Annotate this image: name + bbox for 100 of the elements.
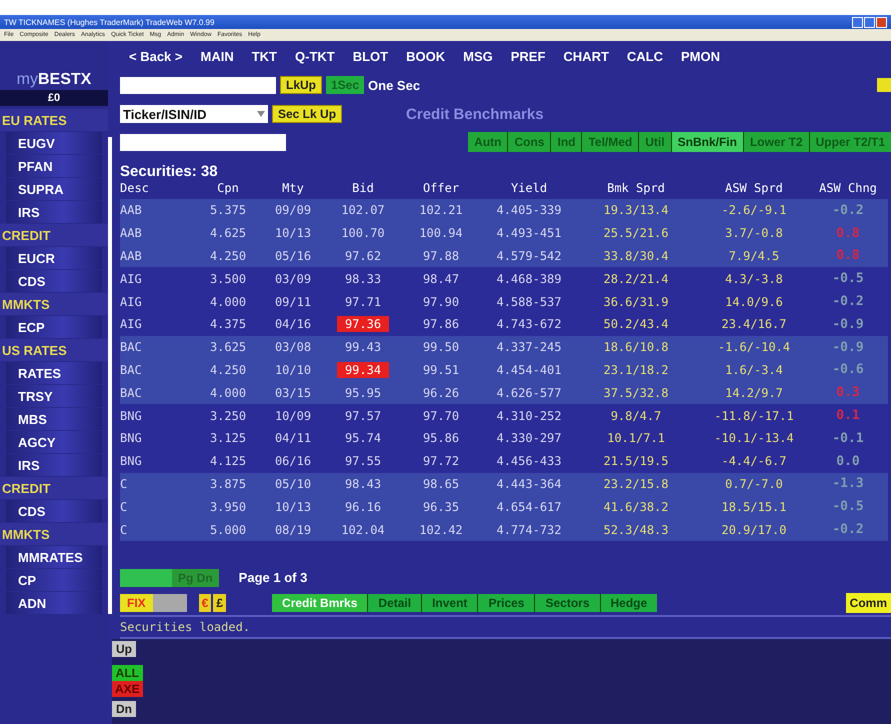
filter-button[interactable]: ALL (112, 664, 143, 681)
view-tab[interactable]: Invent (422, 594, 478, 612)
blank-button[interactable] (152, 594, 187, 612)
column-header: Cpn (216, 181, 240, 197)
table-cell: 102.21 (396, 199, 486, 222)
lookup-field[interactable] (120, 76, 276, 94)
bid-price: 99.43 (344, 339, 382, 356)
nav-link[interactable]: MAIN (192, 48, 243, 64)
id-type-select[interactable]: Ticker/ISIN/ID (120, 105, 268, 123)
sidebar-item[interactable]: CDS (6, 500, 102, 522)
sidebar-item[interactable]: MBS (6, 408, 102, 430)
sidebar-item[interactable]: PFAN (6, 155, 102, 177)
sidebar-item[interactable]: IRS (6, 454, 102, 476)
change-value: 0.8 (836, 248, 860, 264)
table-cell: 97.86 (396, 312, 486, 336)
nav-link[interactable]: Q-TKT (286, 48, 344, 64)
table-cell: -11.8/-17.1 (700, 404, 808, 427)
table-cell: 95.86 (396, 426, 486, 450)
table-cell: BNG (120, 450, 200, 473)
table-cell: AAB (120, 222, 200, 245)
sidebar-item[interactable]: EUCR (6, 247, 102, 269)
table-cell: 06/16 (256, 450, 330, 473)
change-value: -0.5 (832, 271, 864, 286)
bid-price: 97.57 (344, 408, 382, 424)
up-button[interactable]: Up (112, 640, 136, 657)
table-cell: AAB (120, 244, 200, 268)
table-cell: 14.2/9.7 (700, 381, 808, 404)
table-cell: 7.9/4.5 (700, 244, 808, 268)
table-cell: 97.72 (396, 450, 486, 473)
column-header: Mty (281, 181, 305, 197)
caret-icon[interactable] (257, 111, 265, 117)
sector-tab[interactable]: SnBnk/Fin (672, 132, 743, 152)
bid-price: 98.33 (344, 270, 382, 287)
table-cell: 5.000 (200, 518, 256, 541)
lookup-button[interactable]: LkUp (280, 76, 322, 94)
sidebar-item[interactable]: AGCY (6, 431, 102, 453)
nav-link[interactable]: CHART (554, 48, 618, 64)
sidebar-item[interactable]: MMRATES (6, 546, 102, 568)
sidebar-section-title: US RATES (0, 339, 108, 361)
sidebar-section-title: MMKTS (0, 523, 108, 545)
nav-link[interactable]: BLOT (344, 48, 398, 64)
table-cell: 25.5/21.6 (572, 222, 700, 245)
view-tab[interactable]: Hedge (600, 594, 658, 612)
sidebar-item[interactable]: CP (6, 569, 102, 591)
table-cell: 03/15 (256, 381, 330, 404)
table-cell: 98.65 (396, 472, 486, 496)
nav-link[interactable]: < Back > (120, 48, 192, 64)
sidebar-item[interactable]: EUGV (6, 132, 102, 154)
view-tab[interactable]: Detail (368, 594, 422, 612)
sidebar-item[interactable]: ECP (6, 316, 102, 338)
table-cell: 4.625 (200, 222, 256, 245)
table-cell: BAC (120, 358, 200, 382)
sidebar-item[interactable]: TRSY (6, 385, 102, 407)
table-cell: 98.47 (396, 267, 486, 290)
brand-logo: myBESTX (16, 70, 92, 90)
currency-button[interactable]: £ (213, 594, 226, 612)
table-cell: 4.000 (200, 290, 256, 313)
bid-price: 95.74 (344, 430, 382, 446)
bid-price: 97.55 (344, 453, 382, 470)
table-cell: -4.4/-6.7 (700, 450, 808, 473)
table-cell: 4.375 (200, 312, 256, 336)
nav-link[interactable]: PMON (672, 48, 730, 64)
nav-link[interactable]: BOOK (397, 48, 454, 64)
view-tab[interactable]: Prices (478, 594, 534, 612)
sidebar-item[interactable]: SUPRA (6, 178, 102, 200)
table-cell: 9.8/4.7 (572, 404, 700, 427)
maximize-icon[interactable] (864, 16, 875, 28)
page-up-button[interactable] (120, 568, 172, 587)
nav-link[interactable]: MSG (454, 48, 502, 64)
down-button[interactable]: Dn (112, 700, 136, 717)
close-icon[interactable] (876, 16, 887, 28)
nav-link[interactable]: TKT (242, 48, 286, 64)
search-field[interactable] (120, 134, 286, 150)
table-cell: 97.70 (396, 404, 486, 427)
table-cell: -2.6/-9.1 (700, 199, 808, 222)
sidebar-item[interactable]: CDS (6, 270, 102, 292)
sidebar-item[interactable]: ADN (6, 592, 102, 614)
table-cell: C (120, 495, 200, 518)
sidebar-item[interactable]: RATES (6, 362, 102, 384)
table-cell: 33.8/30.4 (572, 244, 700, 268)
minimize-icon[interactable] (852, 16, 863, 28)
bid-price: 97.62 (344, 248, 382, 264)
table-cell: 99.51 (396, 358, 486, 382)
table-cell: 10/13 (256, 222, 330, 245)
security-lookup-button[interactable]: Sec Lk Up (272, 105, 342, 123)
toggle-label: One Sec (368, 78, 420, 92)
balance-label: £0 (0, 90, 108, 106)
table-cell: 4.454-401 (486, 358, 572, 382)
table-cell: 100.94 (396, 222, 486, 245)
view-tab[interactable]: Sectors (535, 594, 600, 612)
table-cell: 4.654-617 (486, 495, 572, 518)
column-header: Yield (510, 181, 548, 197)
sidebar-item[interactable]: IRS (6, 201, 102, 223)
table-cell: 4.774-732 (486, 518, 572, 541)
nav-link[interactable]: PREF (502, 48, 554, 64)
comm-button[interactable]: Comm (846, 592, 891, 613)
table-cell: 09/11 (256, 290, 330, 313)
page-indicator: Page 1 of 3 (238, 570, 308, 586)
table-cell: 4.250 (200, 358, 256, 382)
nav-link[interactable]: CALC (618, 48, 672, 64)
